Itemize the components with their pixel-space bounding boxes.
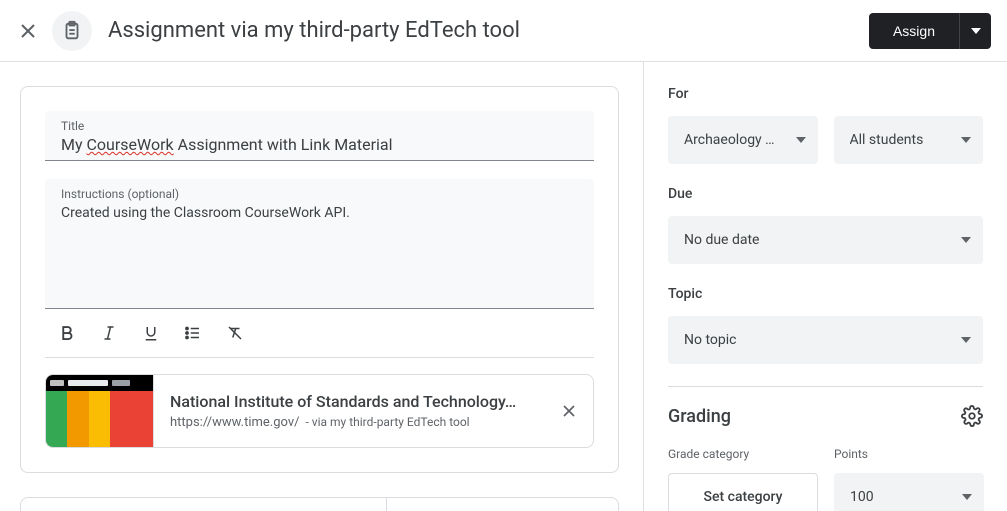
clear-format-icon: [226, 324, 244, 342]
points-label: Points: [834, 447, 984, 461]
spellcheck-wavy: CourseWork: [87, 135, 174, 154]
header-bar: Assignment via my third-party EdTech too…: [0, 0, 1007, 62]
settings-pane: For Archaeology … All students Due No du…: [644, 62, 1007, 511]
close-icon: [16, 19, 40, 43]
grading-header: Grading: [668, 405, 983, 427]
due-date-select[interactable]: No due date: [668, 216, 983, 264]
caret-down-icon: [962, 494, 972, 500]
topic-label: Topic: [668, 286, 983, 302]
instructions-label: Instructions (optional): [61, 187, 578, 201]
assignment-type-icon-wrap: [52, 11, 92, 51]
assign-button-group: Assign: [869, 13, 991, 49]
remove-attachment-button[interactable]: [545, 401, 593, 421]
class-select[interactable]: Archaeology …: [668, 116, 818, 164]
assignment-icon: [61, 20, 83, 42]
for-label: For: [668, 86, 983, 102]
bold-icon: [58, 324, 76, 342]
points-select[interactable]: 100: [834, 473, 984, 511]
attachment-text: National Institute of Standards and Tech…: [154, 384, 545, 438]
students-select[interactable]: All students: [834, 116, 984, 164]
underline-button[interactable]: [137, 319, 165, 347]
title-label: Title: [61, 119, 578, 133]
caret-down-icon: [961, 137, 971, 143]
grading-title: Grading: [668, 406, 731, 427]
close-button[interactable]: [4, 7, 52, 55]
instructions-input[interactable]: Created using the Classroom CourseWork A…: [61, 201, 578, 221]
topic-select[interactable]: No topic: [668, 316, 983, 364]
caret-down-icon: [796, 137, 806, 143]
list-icon: [184, 324, 202, 342]
underline-icon: [142, 324, 160, 342]
grade-category-label: Grade category: [668, 447, 818, 461]
assign-button[interactable]: Assign: [869, 13, 959, 49]
italic-button[interactable]: [95, 319, 123, 347]
instructions-field[interactable]: Instructions (optional) Created using th…: [45, 179, 594, 309]
assign-dropdown-button[interactable]: [959, 13, 991, 49]
attachment-card[interactable]: National Institute of Standards and Tech…: [45, 374, 594, 448]
attachment-thumbnail: [46, 375, 154, 447]
caret-down-icon: [971, 28, 981, 34]
grading-settings-button[interactable]: [961, 405, 983, 427]
attachment-url: https://www.time.gov/: [170, 415, 300, 430]
due-section: Due No due date: [668, 186, 983, 264]
close-icon: [559, 401, 579, 421]
set-category-button[interactable]: Set category: [668, 473, 818, 511]
bold-button[interactable]: [53, 319, 81, 347]
title-input[interactable]: My CourseWork Assignment with Link Mater…: [61, 133, 578, 154]
topic-section: Topic No topic: [668, 286, 983, 364]
gear-icon: [961, 405, 983, 427]
title-field[interactable]: Title My CourseWork Assignment with Link…: [45, 111, 594, 161]
for-section: For Archaeology … All students: [668, 86, 983, 164]
italic-icon: [100, 324, 118, 342]
divider: [668, 386, 983, 387]
main-content-pane: Title My CourseWork Assignment with Link…: [0, 62, 644, 511]
attachment-title: National Institute of Standards and Tech…: [170, 392, 529, 411]
assignment-card: Title My CourseWork Assignment with Link…: [20, 86, 619, 473]
page-title: Assignment via my third-party EdTech too…: [108, 18, 869, 43]
caret-down-icon: [961, 237, 971, 243]
clear-format-button[interactable]: [221, 319, 249, 347]
caret-down-icon: [961, 337, 971, 343]
secondary-card: [20, 497, 619, 511]
format-toolbar: [45, 309, 594, 358]
bullet-list-button[interactable]: [179, 319, 207, 347]
attachment-via: - via my third-party EdTech tool: [306, 415, 470, 429]
grading-row: Grade category Set category Points 100: [668, 447, 983, 511]
due-label: Due: [668, 186, 983, 202]
